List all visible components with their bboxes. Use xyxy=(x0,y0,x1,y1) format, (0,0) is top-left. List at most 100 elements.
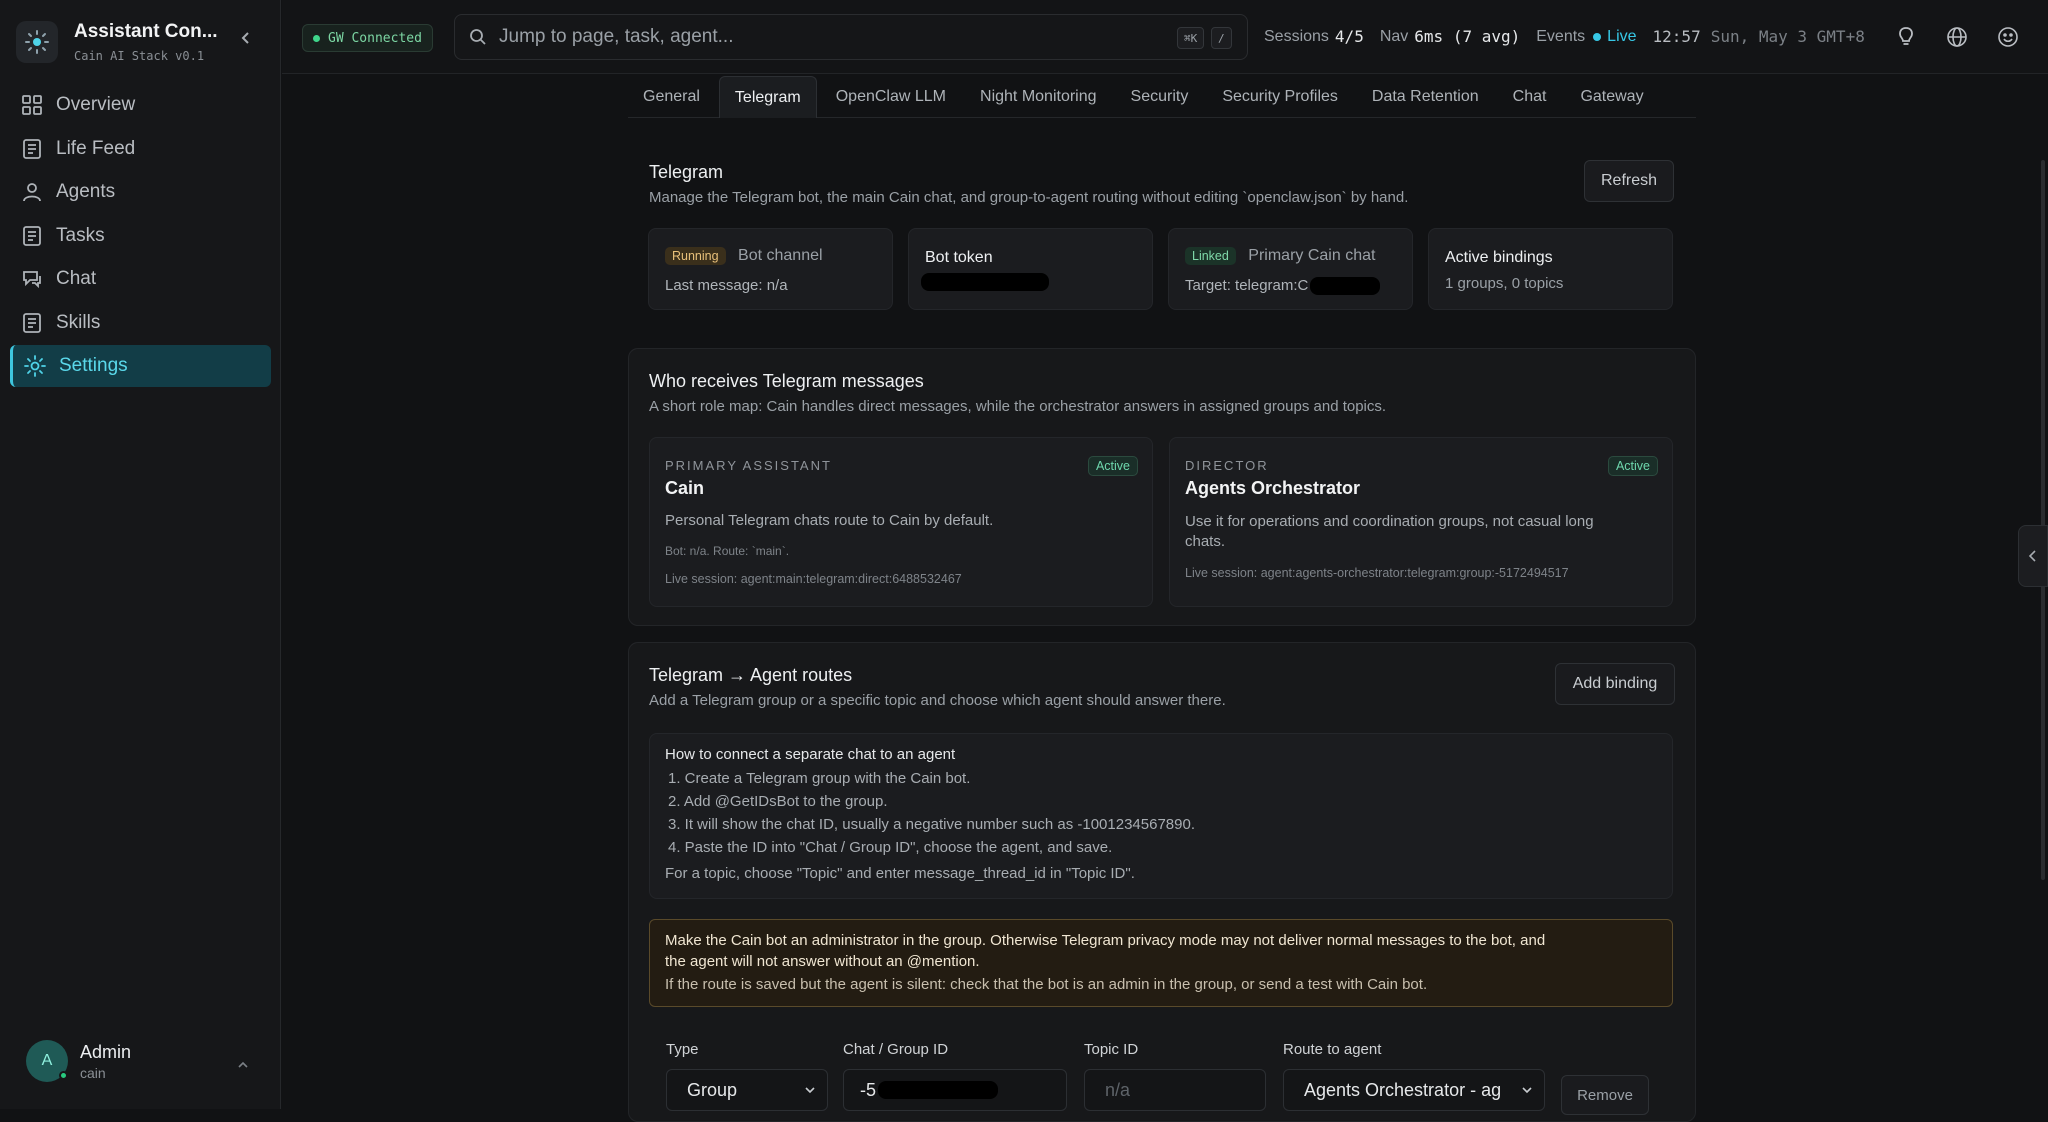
user-name: Admin xyxy=(80,1041,132,1062)
director-card: DIRECTOR Active Agents Orchestrator Use … xyxy=(1169,437,1673,607)
sidebar-item-settings[interactable]: Settings xyxy=(10,345,271,387)
type-label: Type xyxy=(666,1041,699,1058)
agent-description: Use it for operations and coordination g… xyxy=(1185,513,1594,550)
tab-general[interactable]: General xyxy=(628,76,715,118)
brand-logo-icon xyxy=(16,21,58,63)
grid-icon xyxy=(22,95,42,115)
sessions-label: Sessions xyxy=(1264,27,1329,45)
bindings-count: 1 groups, 0 topics xyxy=(1445,275,1564,292)
admin-warning: Make the Cain bot an administrator in th… xyxy=(649,919,1673,1007)
tab-security-profiles[interactable]: Security Profiles xyxy=(1207,76,1353,118)
chevron-left-icon xyxy=(2028,550,2036,562)
sidebar-item-label: Chat xyxy=(56,268,97,289)
search-placeholder: Jump to page, task, agent... xyxy=(499,26,734,47)
live-session: Live session: agent:agents-orchestrator:… xyxy=(1185,566,1569,580)
routes-panel: Telegram → Agent routes Add a Telegram g… xyxy=(628,642,1696,1122)
settings-tabs: General Telegram OpenClaw LLM Night Moni… xyxy=(628,76,1696,118)
primary-chat-card: Linked Primary Cain chat Target: telegra… xyxy=(1168,228,1413,310)
status-badge: Active xyxy=(1087,456,1138,476)
avatar: A xyxy=(26,1040,68,1082)
chevron-down-icon xyxy=(1522,1087,1532,1094)
howto-step: 2. Add @GetIDsBot to the group. xyxy=(668,793,888,810)
app-title: Assistant Con... xyxy=(74,21,218,42)
topbar: GW Connected Jump to page, task, agent..… xyxy=(282,0,2048,74)
section-description: Manage the Telegram bot, the main Cain c… xyxy=(649,189,1409,206)
scrollbar[interactable] xyxy=(2041,160,2045,880)
route-agent-select[interactable]: Agents Orchestrator - ag xyxy=(1283,1069,1545,1111)
route-agent-label: Route to agent xyxy=(1283,1041,1382,1058)
howto-step: 1. Create a Telegram group with the Cain… xyxy=(668,770,971,787)
section-title: Telegram xyxy=(649,162,724,182)
target-chat: Target: telegram:C xyxy=(1185,277,1309,294)
status-badge: Active xyxy=(1607,456,1658,476)
globe-icon[interactable] xyxy=(1946,26,1968,53)
howto-step: 3. It will show the chat ID, usually a n… xyxy=(668,816,1195,833)
redacted-token xyxy=(921,273,1049,291)
sessions-value: 4/5 xyxy=(1334,27,1364,46)
tab-gateway[interactable]: Gateway xyxy=(1565,76,1658,118)
tab-openclaw-llm[interactable]: OpenClaw LLM xyxy=(821,76,961,118)
section-description: Add a Telegram group or a specific topic… xyxy=(649,692,1226,709)
user-menu[interactable]: A Admin cain xyxy=(26,1040,131,1082)
sidebar-nav: Overview Life Feed Agents Tasks Chat Ski… xyxy=(10,84,271,389)
sidebar-item-life-feed[interactable]: Life Feed xyxy=(10,128,271,170)
tab-security[interactable]: Security xyxy=(1116,76,1204,118)
sidebar-item-label: Skills xyxy=(56,311,101,333)
tab-night-monitoring[interactable]: Night Monitoring xyxy=(965,76,1112,118)
smiley-icon[interactable] xyxy=(1997,26,2019,53)
shortcut-key: / xyxy=(1211,27,1232,49)
topic-id-input[interactable]: n/a xyxy=(1084,1069,1266,1111)
tab-chat[interactable]: Chat xyxy=(1498,76,1562,118)
type-select[interactable]: Group xyxy=(666,1069,828,1111)
sidebar-item-skills[interactable]: Skills xyxy=(10,302,271,344)
user-handle: cain xyxy=(80,1064,106,1081)
card-label: Bot channel xyxy=(738,247,823,264)
role-label: PRIMARY ASSISTANT xyxy=(665,458,832,473)
live-dot xyxy=(1593,32,1602,41)
app-subtitle: Cain AI Stack v0.1 xyxy=(74,49,205,63)
howto-title: How to connect a separate chat to an age… xyxy=(665,746,956,763)
nav-latency: 6ms (7 avg) xyxy=(1414,27,1521,46)
status-bar: Sessions 4/5 Nav 6ms (7 avg) Events Live 1… xyxy=(1264,27,1865,46)
chevron-up-icon[interactable] xyxy=(236,1058,250,1077)
live-session: Live session: agent:main:telegram:direct… xyxy=(665,572,962,586)
document-icon xyxy=(23,225,41,246)
redacted-chat-id xyxy=(878,1081,999,1099)
gear-icon xyxy=(24,355,46,377)
refresh-button[interactable]: Refresh xyxy=(1584,160,1674,202)
lightbulb-icon[interactable] xyxy=(1896,26,1916,53)
clock: 12:57 xyxy=(1652,27,1701,46)
section-description: A short role map: Cain handles direct me… xyxy=(649,398,1387,415)
sidebar-item-overview[interactable]: Overview xyxy=(10,84,271,126)
section-title: Telegram → Agent routes xyxy=(649,665,853,685)
sidebar-item-label: Overview xyxy=(56,94,136,115)
sidebar-item-agents[interactable]: Agents xyxy=(10,171,271,213)
section-title: Who receives Telegram messages xyxy=(649,371,924,391)
status-badge: Linked xyxy=(1185,247,1236,265)
sidebar-item-tasks[interactable]: Tasks xyxy=(10,215,271,257)
bot-token-card: Bot token xyxy=(908,228,1153,310)
card-label: Active bindings xyxy=(1445,249,1553,266)
receivers-panel: Who receives Telegram messages A short r… xyxy=(628,348,1696,626)
remove-button[interactable]: Remove xyxy=(1561,1075,1649,1115)
tab-telegram[interactable]: Telegram xyxy=(718,76,817,118)
agent-name: Cain xyxy=(665,478,705,498)
events-status: Live xyxy=(1607,27,1637,45)
topic-id-label: Topic ID xyxy=(1084,1041,1139,1058)
chat-id-input[interactable]: -5 xyxy=(843,1069,1067,1111)
expand-panel-handle[interactable] xyxy=(2018,525,2048,587)
agent-description: Personal Telegram chats route to Cain by… xyxy=(665,512,994,529)
chat-id-label: Chat / Group ID xyxy=(843,1041,949,1058)
document-icon xyxy=(23,312,41,333)
sidebar-item-chat[interactable]: Chat xyxy=(10,258,271,300)
status-dot xyxy=(313,34,320,42)
sidebar-item-label: Settings xyxy=(59,355,128,376)
add-binding-button[interactable]: Add binding xyxy=(1555,663,1675,705)
primary-assistant-card: PRIMARY ASSISTANT Active Cain Personal T… xyxy=(649,437,1153,607)
warning-text: the agent will not answer without an @me… xyxy=(665,953,980,970)
document-icon xyxy=(23,138,41,159)
telegram-header: Telegram Manage the Telegram bot, the ma… xyxy=(649,162,1689,206)
tab-data-retention[interactable]: Data Retention xyxy=(1357,76,1494,118)
collapse-sidebar-icon[interactable] xyxy=(238,30,254,51)
search-input[interactable]: Jump to page, task, agent... ⌘K / xyxy=(454,14,1248,60)
